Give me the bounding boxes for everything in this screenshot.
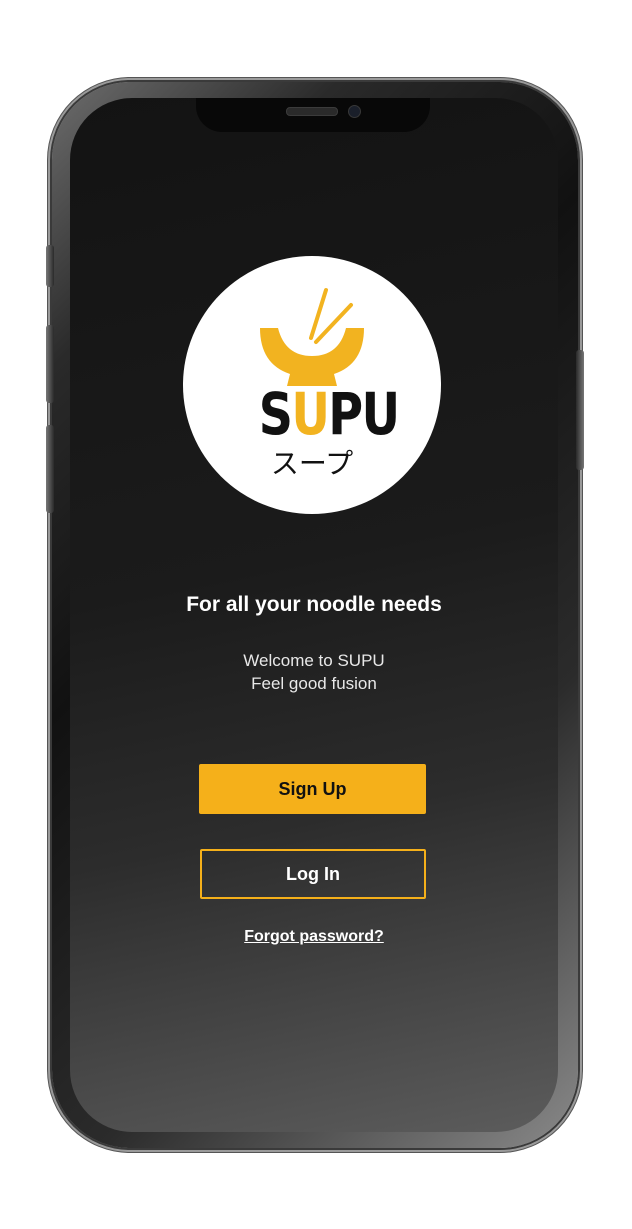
phone-notch bbox=[196, 98, 430, 132]
forgot-password-link[interactable]: Forgot password? bbox=[70, 928, 558, 946]
app-screen: SUPU スープ For all your noodle needs Welco… bbox=[70, 98, 558, 1132]
welcome-line: Welcome to SUPU bbox=[243, 651, 385, 670]
brand-logo-accent-letter: U bbox=[291, 380, 330, 448]
volume-down-button bbox=[46, 425, 54, 513]
tagline: Feel good fusion bbox=[251, 674, 377, 693]
earpiece-speaker bbox=[286, 107, 338, 116]
brand-logo-subtitle: スープ bbox=[270, 447, 354, 480]
page-title: For all your noodle needs bbox=[186, 593, 442, 616]
power-button bbox=[576, 350, 584, 470]
welcome-text: Welcome to SUPU Feel good fusion bbox=[70, 649, 558, 695]
brand-logo: SUPU スープ bbox=[183, 256, 441, 514]
log-in-button[interactable]: Log In bbox=[200, 849, 426, 899]
front-camera bbox=[348, 105, 361, 118]
silent-switch bbox=[46, 245, 54, 287]
volume-up-button bbox=[46, 325, 54, 403]
sign-up-button[interactable]: Sign Up bbox=[199, 764, 426, 814]
brand-logo-wordmark: SUPU bbox=[258, 380, 400, 448]
